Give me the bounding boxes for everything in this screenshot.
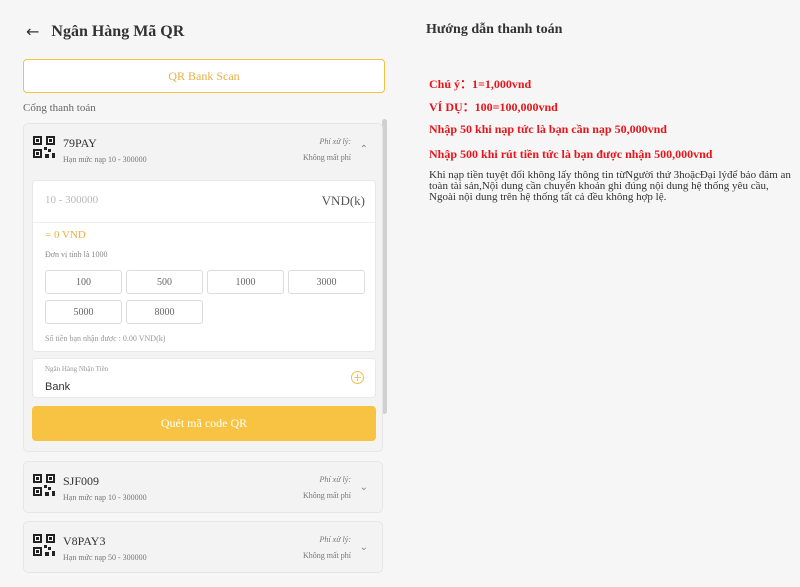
bank-label: Ngân Hàng Nhận Tiền: [45, 365, 109, 373]
gateway-header[interactable]: 79PAY Hạn mức nạp 10 - 300000 Phí xử lý:…: [24, 124, 382, 174]
fee-value: Không mất phí: [303, 153, 351, 162]
receiving-bank-select[interactable]: Ngân Hàng Nhận Tiền Bank +: [32, 358, 376, 398]
guide-body: Khi nạp tiền tuyệt đối không lấy thông t…: [429, 169, 791, 203]
guide-note: VÍ DỤ：100=100,000vnd: [429, 100, 558, 114]
amount-result: = 0 VND: [45, 229, 86, 241]
gateway-header[interactable]: SJF009 Hạn mức nạp 10 - 300000 Phí xử lý…: [24, 462, 382, 512]
gateway-name: V8PAY3: [63, 534, 106, 548]
chevron-up-icon[interactable]: ⌃: [360, 144, 368, 155]
gateway-name: 79PAY: [63, 136, 97, 150]
fee-label: Phí xử lý:: [319, 535, 351, 544]
guide-note: Chú ý：1=1,000vnd: [429, 77, 532, 91]
fee-value: Không mất phí: [303, 551, 351, 560]
gateway-header[interactable]: V8PAY3 Hạn mức nạp 50 - 300000 Phí xử lý…: [24, 522, 382, 572]
fee-label: Phí xử lý:: [319, 137, 351, 146]
guide-title: Hướng dẫn thanh toán: [426, 22, 563, 37]
preset-button[interactable]: 3000: [288, 270, 365, 294]
back-arrow-icon[interactable]: ←: [26, 22, 39, 41]
amount-input[interactable]: 10 - 300000: [45, 194, 98, 206]
scan-qr-code-button[interactable]: Quét mã code QR: [32, 406, 376, 441]
gateway-v8pay3[interactable]: V8PAY3 Hạn mức nạp 50 - 300000 Phí xử lý…: [23, 521, 383, 573]
preset-button[interactable]: 5000: [45, 300, 122, 324]
page-header: ← Ngân Hàng Mã QR: [26, 22, 184, 41]
preset-button[interactable]: 100: [45, 270, 122, 294]
qr-code-icon: [33, 534, 55, 556]
preset-button[interactable]: 500: [126, 270, 203, 294]
qr-code-icon: [33, 136, 55, 158]
amount-unit: VND(k): [321, 193, 365, 208]
gateway-limit: Hạn mức nạp 10 - 300000: [63, 493, 147, 502]
plus-circle-icon[interactable]: +: [351, 371, 364, 384]
divider: [33, 222, 375, 223]
guide-note: Nhập 50 khi nạp tức là bạn cần nạp 50,00…: [429, 122, 667, 136]
chevron-down-icon[interactable]: ⌄: [360, 482, 368, 493]
fee-label: Phí xử lý:: [319, 475, 351, 484]
qr-bank-scan-button[interactable]: QR Bank Scan: [23, 59, 385, 93]
receive-note: Số tiền bạn nhận được : 0.00 VND(k): [45, 334, 166, 343]
left-panel: ← Ngân Hàng Mã QR QR Bank Scan Cổng than…: [0, 0, 400, 587]
gateway-sjf009[interactable]: SJF009 Hạn mức nạp 10 - 300000 Phí xử lý…: [23, 461, 383, 513]
bank-value: Bank: [45, 381, 71, 393]
preset-button[interactable]: 8000: [126, 300, 203, 324]
amount-card: 10 - 300000 VND(k) = 0 VND Đơn vị tính l…: [32, 180, 376, 352]
qr-code-icon: [33, 474, 55, 496]
gateway-name: SJF009: [63, 474, 100, 488]
fee-value: Không mất phí: [303, 491, 351, 500]
preset-button[interactable]: 1000: [207, 270, 284, 294]
payment-gateway-label: Cổng thanh toán: [23, 102, 96, 114]
unit-note: Đơn vị tính là 1000: [45, 250, 108, 259]
chevron-down-icon[interactable]: ⌄: [360, 542, 368, 553]
gateway-79pay: 79PAY Hạn mức nạp 10 - 300000 Phí xử lý:…: [23, 123, 383, 452]
gateway-limit: Hạn mức nạp 10 - 300000: [63, 155, 147, 164]
page-title: Ngân Hàng Mã QR: [51, 22, 185, 40]
guide-note: Nhập 500 khi rút tiền tức là bạn được nh…: [429, 147, 713, 161]
right-panel: Hướng dẫn thanh toán Chú ý：1=1,000vnd VÍ…: [400, 0, 800, 587]
gateway-limit: Hạn mức nạp 50 - 300000: [63, 553, 147, 562]
